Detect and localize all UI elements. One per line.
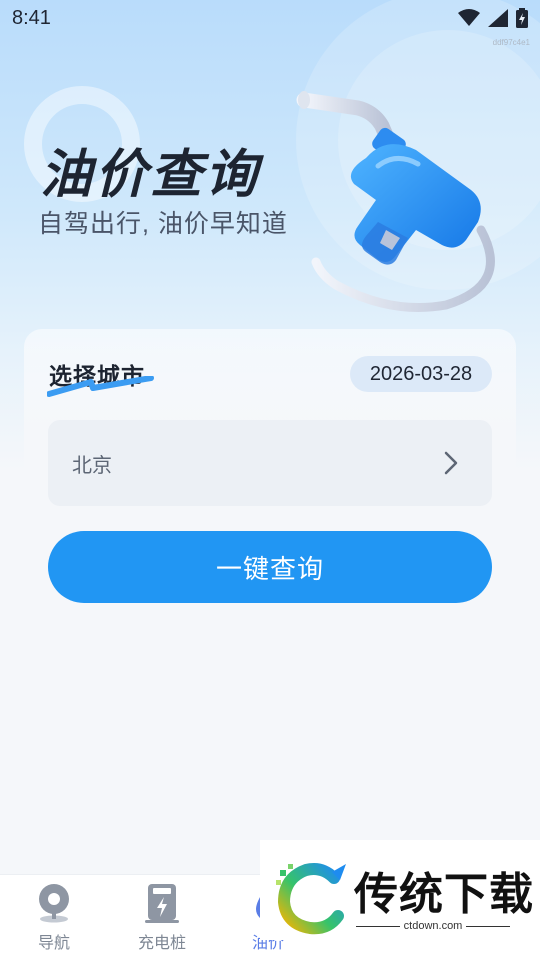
status-time: 8:41 bbox=[12, 6, 51, 29]
nav-label-charging: 充电桩 bbox=[137, 935, 186, 952]
charging-pile-icon bbox=[145, 884, 179, 923]
nav-item-navigation[interactable]: 导航 bbox=[6, 883, 102, 955]
page-title: 油价查询 bbox=[40, 146, 261, 204]
fuel-nozzle-icon bbox=[296, 91, 495, 312]
watermark-logo bbox=[276, 863, 346, 935]
wifi-icon bbox=[458, 9, 480, 26]
nav-item-charging[interactable]: 充电桩 bbox=[114, 883, 210, 955]
watermark-domain: ctdown.com bbox=[403, 920, 463, 932]
page-subtitle: 自驾出行, 油价早知道 bbox=[38, 210, 288, 238]
signal-icon bbox=[488, 9, 508, 27]
status-icons bbox=[458, 8, 528, 28]
title-underline-decoration bbox=[47, 376, 154, 397]
battery-icon bbox=[516, 8, 528, 28]
date-badge: 2026-03-28 bbox=[350, 356, 492, 392]
nav-label-navigation: 导航 bbox=[37, 935, 70, 952]
chevron-right-icon bbox=[444, 451, 458, 475]
watermark-text: 传统下载 bbox=[354, 870, 534, 919]
city-select[interactable]: 北京 bbox=[48, 420, 492, 506]
query-button[interactable]: 一键查询 bbox=[48, 531, 492, 603]
selected-city: 北京 bbox=[72, 454, 112, 477]
watermark-overlay: 传统下载 ctdown.com bbox=[260, 840, 540, 940]
watermark-domain-row: ctdown.com bbox=[356, 920, 511, 932]
status-tag: ddf97c4e1 bbox=[492, 38, 530, 47]
status-bar: 8:41 bbox=[0, 0, 540, 36]
map-pin-icon bbox=[39, 884, 69, 923]
